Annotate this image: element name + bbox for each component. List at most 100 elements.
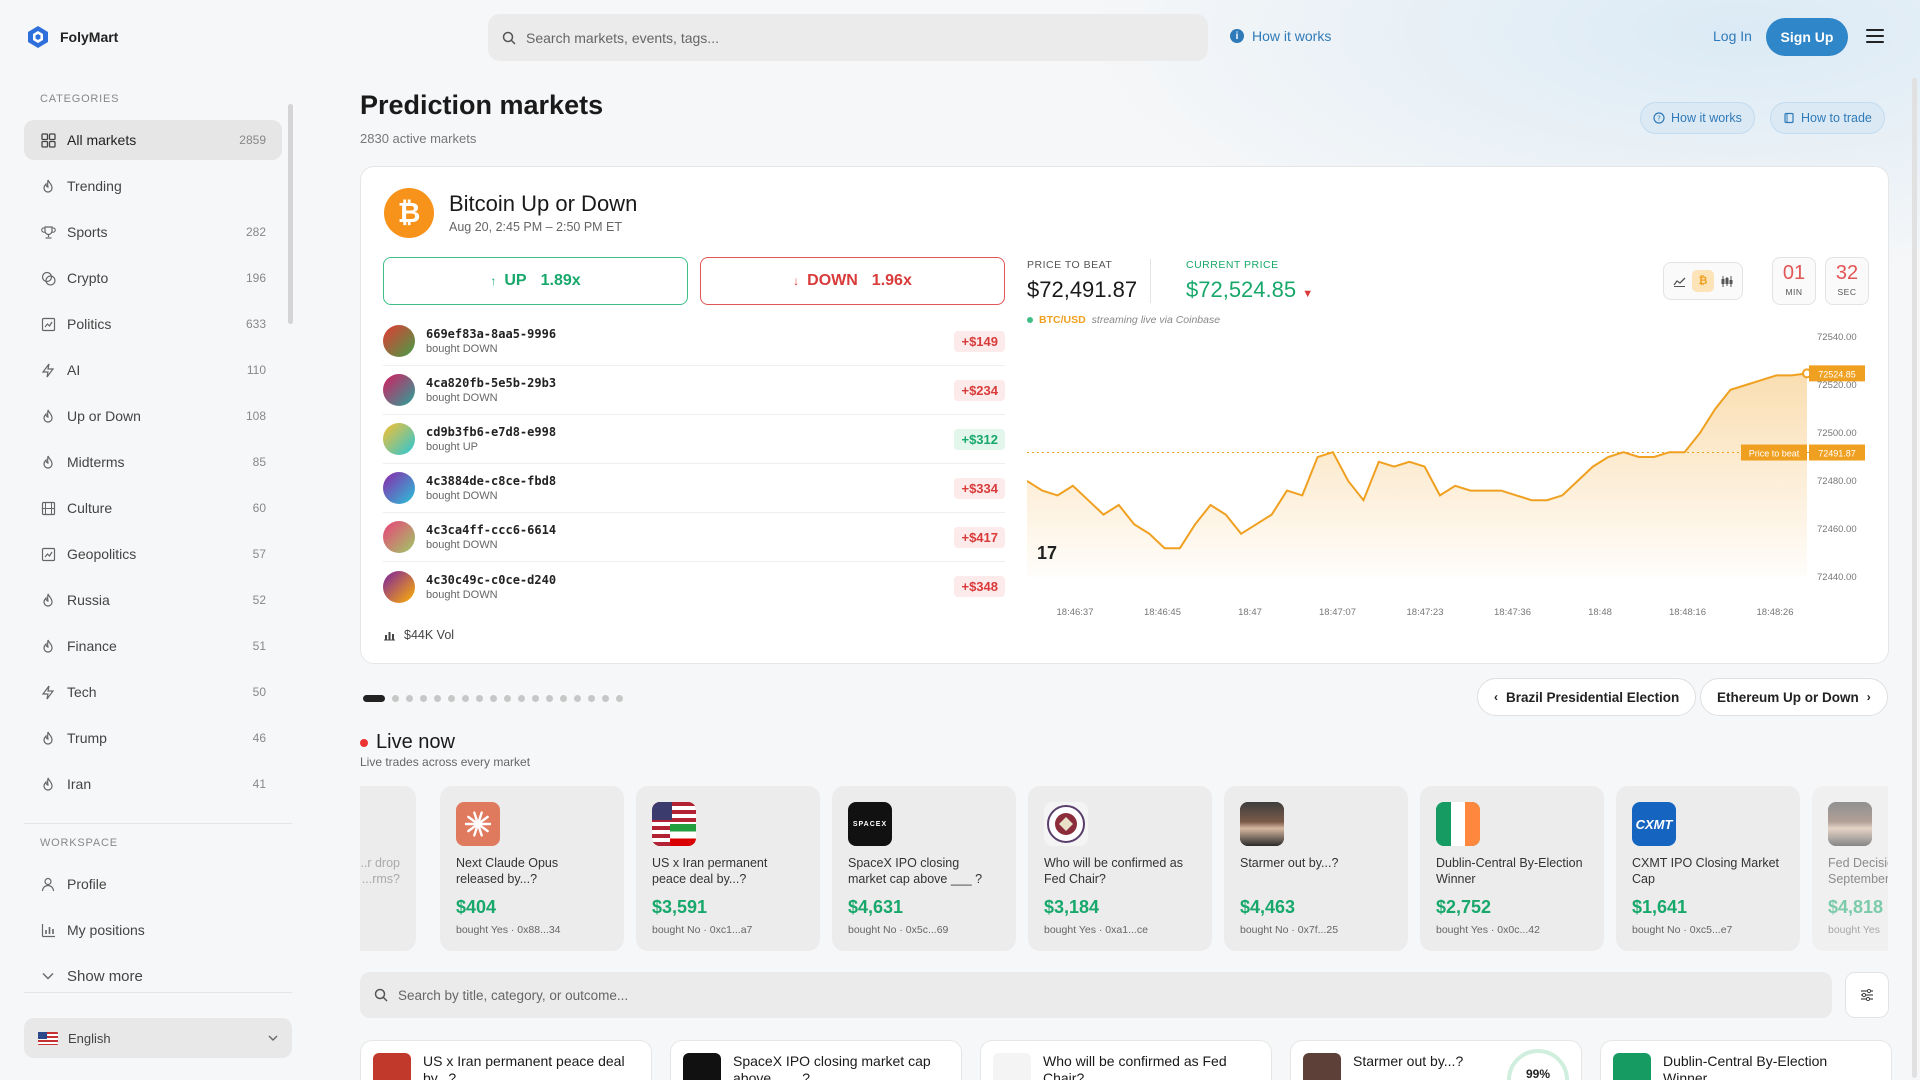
sidebar-item-all-markets[interactable]: All markets 2859 [24, 120, 282, 160]
market-search-input[interactable] [398, 987, 1778, 1003]
carousel-dot[interactable] [546, 695, 553, 702]
trade-row[interactable]: 669ef83a-8aa5-9996 bought DOWN +$149 [383, 317, 1005, 366]
market-card[interactable]: US x Iran permanent peace deal by...? [360, 1040, 652, 1080]
carousel-dot[interactable] [462, 695, 469, 702]
carousel-dot[interactable] [602, 695, 609, 702]
trade-row[interactable]: 4c30c49c-c0ce-d240 bought DOWN +$348 [383, 562, 1005, 611]
arrow-down-icon: ↓ [793, 274, 800, 288]
live-trade-card[interactable]: Next Claude Opus released by...? $404 boug… [440, 786, 624, 951]
sidebar-item-iran[interactable]: Iran 41 [24, 764, 282, 804]
market-card[interactable]: Who will be confirmed as Fed Chair? [980, 1040, 1272, 1080]
sidebar-scrollbar[interactable] [288, 104, 293, 324]
next-market-button[interactable]: Ethereum Up or Down › [1700, 678, 1888, 716]
carousel-dot[interactable] [363, 695, 385, 702]
live-card-meta: bought Yes [1828, 924, 1880, 936]
workspace-item-profile[interactable]: Profile [24, 864, 282, 904]
sidebar-item-count: 51 [252, 639, 266, 653]
sidebar-item-finance[interactable]: Finance 51 [24, 626, 282, 666]
language-select[interactable]: English [24, 1018, 292, 1058]
featured-market-title[interactable]: Bitcoin Up or Down [449, 191, 637, 217]
coins-icon [40, 270, 56, 286]
carousel-dot[interactable] [504, 695, 511, 702]
workspace-item-my-positions[interactable]: My positions [24, 910, 282, 950]
page-scrollbar[interactable] [1912, 78, 1917, 1078]
signup-button[interactable]: Sign Up [1766, 18, 1848, 56]
sidebar-item-trending[interactable]: Trending [24, 166, 282, 206]
sidebar-item-trump[interactable]: Trump 46 [24, 718, 282, 758]
carousel-dot[interactable] [588, 695, 595, 702]
live-card-amount: $4,463 [1240, 897, 1296, 917]
trade-row[interactable]: 4c3ca4ff-ccc6-6614 bought DOWN +$417 [383, 513, 1005, 562]
workspace-item-show-more[interactable]: Show more [24, 956, 282, 996]
prev-market-button[interactable]: ‹ Brazil Presidential Election [1477, 678, 1697, 716]
how-it-works-label: How it works [1252, 28, 1332, 44]
sidebar-item-label: Culture [67, 500, 113, 516]
trade-row[interactable]: 4c3884de-c8ce-fbd8 bought DOWN +$334 [383, 464, 1005, 513]
candlestick-icon[interactable] [1715, 270, 1737, 292]
live-card-amount: $4,631 [848, 897, 904, 917]
sidebar-item-tech[interactable]: Tech 50 [24, 672, 282, 712]
carousel-dot[interactable] [476, 695, 483, 702]
carousel-dot[interactable] [574, 695, 581, 702]
trade-row[interactable]: 4ca820fb-5e5b-29b3 bought DOWN +$234 [383, 366, 1005, 415]
live-trade-card[interactable]: Dublin-Central By-Election Winner $2,752 b… [1420, 786, 1604, 951]
live-trade-card[interactable]: SPACEX SpaceX IPO closing market cap abov… [832, 786, 1016, 951]
live-trade-card-partial[interactable]: ...r drop ...rms? [360, 786, 416, 951]
live-card-amount: $3,591 [652, 897, 708, 917]
live-now-subtitle: Live trades across every market [360, 755, 531, 769]
sidebar-item-up-or-down[interactable]: Up or Down 108 [24, 396, 282, 436]
categories-heading: CATEGORIES [40, 93, 120, 105]
carousel-dot[interactable] [490, 695, 497, 702]
market-card[interactable]: Dublin-Central By-Election Winner [1600, 1040, 1892, 1080]
price-chart[interactable]: Price to beat 72491.87 72524.85 72540.00 725… [1027, 327, 1867, 627]
sidebar-item-russia[interactable]: Russia 52 [24, 580, 282, 620]
live-card-partial-title: ...r drop ...rms? [360, 856, 400, 886]
how-it-works-button[interactable]: ? How it works [1640, 102, 1755, 134]
live-trade-card[interactable]: Starmer out by...? $4,463 bought No · 0x7f… [1224, 786, 1408, 951]
live-trade-card[interactable]: US x Iran permanent peace deal by...? $3,… [636, 786, 820, 951]
market-card[interactable]: Starmer out by...? 99% [1290, 1040, 1582, 1080]
how-it-works-link[interactable]: i How it works [1230, 28, 1331, 44]
trade-row[interactable]: cd9b3fb6-e7d8-e998 bought UP +$312 [383, 415, 1005, 464]
live-trade-card[interactable]: CXMT CXMT IPO Closing Market Cap $1,641 bou… [1616, 786, 1800, 951]
global-search-input[interactable] [526, 29, 1166, 46]
buy-down-button[interactable]: ↓ DOWN 1.96x [700, 257, 1005, 305]
carousel-dot[interactable] [448, 695, 455, 702]
filter-button[interactable] [1845, 972, 1889, 1018]
carousel-dot[interactable] [560, 695, 567, 702]
sidebar-item-geopolitics[interactable]: Geopolitics 57 [24, 534, 282, 574]
carousel-dot[interactable] [406, 695, 413, 702]
sidebar-item-ai[interactable]: AI 110 [24, 350, 282, 390]
sidebar-item-count: 633 [245, 317, 266, 331]
sidebar-item-sports[interactable]: Sports 282 [24, 212, 282, 252]
market-card[interactable]: SpaceX IPO closing market cap above ___ … [670, 1040, 962, 1080]
line-chart-icon[interactable] [1669, 270, 1691, 292]
x-tick-label: 18:48:26 [1757, 607, 1794, 618]
y-tick-label: 72460.00 [1817, 524, 1857, 535]
carousel-dot[interactable] [616, 695, 623, 702]
sidebar-item-culture[interactable]: Culture 60 [24, 488, 282, 528]
grid-icon [40, 132, 56, 148]
carousel-dot[interactable] [518, 695, 525, 702]
login-link[interactable]: Log In [1713, 28, 1752, 44]
volume-value: $44K Vol [404, 628, 455, 642]
live-card-amount: $4,818 [1828, 897, 1884, 917]
menu-icon[interactable] [1866, 29, 1884, 43]
global-search[interactable] [488, 14, 1208, 61]
market-search[interactable] [360, 972, 1832, 1018]
book-icon [1784, 112, 1794, 124]
carousel-dot[interactable] [434, 695, 441, 702]
buy-up-button[interactable]: ↑ UP 1.89x [383, 257, 688, 305]
how-to-trade-button[interactable]: How to trade [1770, 102, 1885, 134]
timer-seconds-label: SEC [1837, 287, 1857, 297]
sidebar-item-crypto[interactable]: Crypto 196 [24, 258, 282, 298]
bitcoin-chart-icon[interactable]: ₿ [1691, 270, 1714, 292]
live-trade-card[interactable]: Who will be confirmed as Fed Chair? $3,18… [1028, 786, 1212, 951]
live-trade-card[interactable]: Fed Decision in September? $4,818 bought Y… [1812, 786, 1888, 951]
carousel-dot[interactable] [420, 695, 427, 702]
sidebar-item-politics[interactable]: Politics 633 [24, 304, 282, 344]
carousel-dot[interactable] [392, 695, 399, 702]
carousel-dot[interactable] [532, 695, 539, 702]
sidebar-item-midterms[interactable]: Midterms 85 [24, 442, 282, 482]
brand[interactable]: FolyMart [26, 25, 118, 49]
